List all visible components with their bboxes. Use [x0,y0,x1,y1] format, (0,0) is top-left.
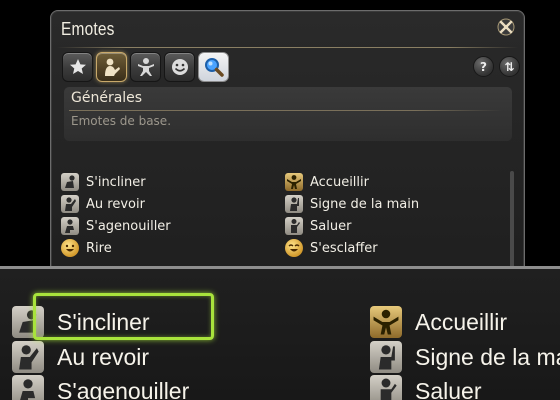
kneel-icon [61,217,79,235]
welcome-icon [285,173,303,191]
wave-goodbye-icon [61,195,79,213]
window-title: Emotes [61,19,115,39]
emote-item-hand-wave[interactable]: Signe de la main [285,194,419,214]
zoom-emote-item-hand-wave[interactable]: Signe de la main [370,339,560,375]
tab-special[interactable] [130,52,161,82]
close-icon [497,18,515,36]
emote-item-kneel[interactable]: S'agenouiller [61,216,171,236]
category-divider [69,110,502,111]
dancing-figure-icon [137,58,154,76]
tab-expressions[interactable] [164,52,195,82]
title-divider [57,47,518,48]
hand-wave-icon [370,341,402,373]
emote-item-goodbye[interactable]: Au revoir [61,194,145,214]
laugh-icon [61,239,79,257]
kneel-icon [12,375,44,400]
emote-item-welcome[interactable]: Accueillir [285,172,369,192]
tab-general[interactable] [96,52,127,82]
emote-item-bow[interactable]: S'incliner [61,172,146,192]
emote-label: Rire [86,240,112,256]
zoom-emote-item-goodbye[interactable]: Au revoir [12,339,149,375]
tab-search[interactable] [198,52,229,82]
emote-category-toolbar [62,52,229,82]
emote-item-laugh[interactable]: Rire [61,238,112,258]
zoom-emote-item-welcome[interactable]: Accueillir [370,304,507,340]
category-description-panel: Générales Emotes de base. [64,87,512,141]
emote-item-salute[interactable]: Saluer [285,216,351,236]
zoom-emote-label: S'agenouiller [57,377,190,400]
emotes-screen: Emotes ? ⇅ Générales Emotes de base. S'i… [0,0,560,400]
highlight-box [33,293,214,340]
emote-item-chuckle[interactable]: S'esclaffer [285,238,378,258]
emote-label: S'esclaffer [310,240,378,256]
person-gesture-icon [104,58,120,76]
bow-icon [61,173,79,191]
sort-button[interactable]: ⇅ [499,56,520,77]
salute-icon [370,375,402,400]
emote-label: Signe de la main [310,196,420,212]
emote-label: Saluer [310,218,352,234]
welcome-icon [370,306,402,338]
emotes-window: Emotes ? ⇅ Générales Emotes de base. S'i… [50,10,525,300]
emote-label: S'agenouiller [86,218,171,234]
window-close-button[interactable] [496,17,516,37]
help-button[interactable]: ? [473,56,494,77]
star-icon [69,59,86,74]
zoom-emote-label: Saluer [415,377,482,400]
chuckle-icon [285,239,303,257]
tab-favorites[interactable] [62,52,93,82]
emote-label: Accueillir [310,174,369,190]
zoom-emote-label: Signe de la main [415,343,560,370]
zoom-emote-label: Au revoir [57,343,150,370]
emote-label: S'incliner [86,174,146,190]
wave-goodbye-icon [12,341,44,373]
zoom-emote-label: Accueillir [415,308,508,335]
category-description: Emotes de base. [71,114,172,128]
category-title: Générales [71,90,143,106]
salute-icon [285,217,303,235]
zoom-emote-item-salute[interactable]: Saluer [370,373,481,400]
smiley-face-icon [171,59,188,75]
emote-label: Au revoir [86,196,145,212]
hand-wave-icon [285,195,303,213]
zoom-emote-item-kneel[interactable]: S'agenouiller [12,373,189,400]
magnifier-icon [204,58,224,77]
